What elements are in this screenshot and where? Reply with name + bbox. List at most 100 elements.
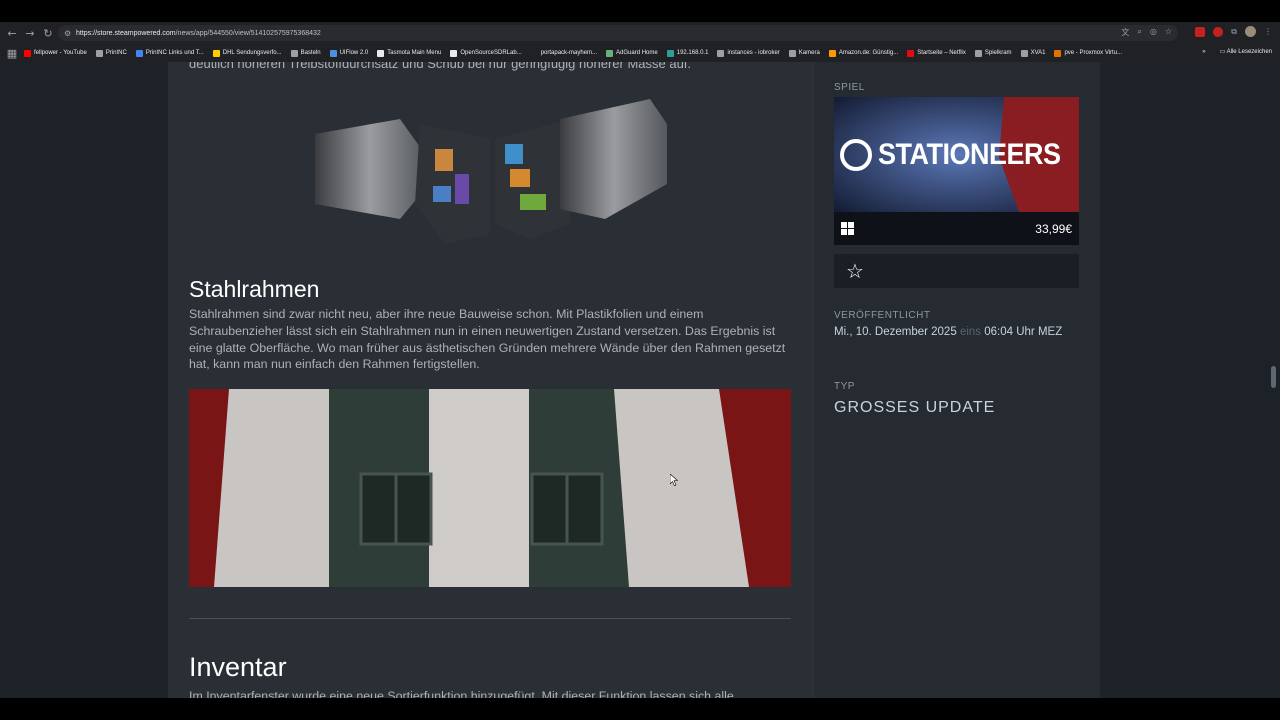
bookmark-item[interactable]: Basteln [290,49,321,57]
forward-icon[interactable]: → [21,24,39,42]
reload-icon[interactable]: ↻ [39,24,57,42]
bookmark-favicon-icon [377,49,385,57]
release-date-day: Mi., 10. Dezember 2025 [834,326,957,338]
bookmark-label: XVA1 [1030,50,1046,56]
bookmark-favicon-icon [606,49,614,57]
address-bar[interactable]: ⚙ https://store.steampowered.com/news/ap… [58,25,1178,41]
bookmark-label: PrintNC [105,50,127,56]
bookmark-favicon-icon [1054,49,1062,57]
right-nozzle [560,99,667,219]
bookmark-item[interactable]: fellpower - YouTube [24,49,87,57]
bookmark-item[interactable]: AdGuard Home [606,49,658,57]
bookmark-item[interactable]: Startseite – Netflix [907,49,966,57]
bookmark-label: PrintNC Links und T... [145,50,204,56]
browser-chrome: ← → ↻ ⚙ https://store.steampowered.com/n… [0,22,1280,62]
more-bookmarks-icon[interactable]: » [1202,49,1205,55]
extension-red-icon[interactable] [1195,26,1206,37]
star-icon: ☆ [846,259,864,283]
shot-left-wall [214,389,339,587]
bookmark-item[interactable]: UIFlow 2.0 [329,49,369,57]
bookmark-favicon-icon [95,49,103,57]
bookmark-item[interactable]: Kamera [788,49,820,57]
game-price: 33,99€ [1035,221,1072,236]
release-date-eins: eins [959,326,982,338]
section-body-inventar: Im Inventarfenster wurde eine neue Sorti… [189,689,734,698]
bookmark-item[interactable]: portapack-mayhem... [530,49,597,57]
bookmarks-bar: ▦ fellpower - YouTube PrintNC PrintNC Link… [0,44,1280,62]
bookmark-item[interactable]: PrintNC [95,49,127,57]
zoom-icon[interactable]: ⌕ [1137,27,1141,38]
section-title-stahlrahmen: Stahlrahmen [189,276,320,302]
url-domain: https://store.steampowered.com [76,29,176,37]
screen-bottom-border [0,698,1280,720]
right-engine-part-orange [510,169,530,187]
address-row: ← → ↻ ⚙ https://store.steampowered.com/n… [0,22,1280,44]
bookmark-favicon-icon [717,49,725,57]
profile-avatar[interactable] [1245,26,1256,37]
bookmark-item[interactable]: pve - Proxmox Virtu... [1054,49,1122,57]
bookmark-item[interactable]: 192.168.0.1 [666,49,708,57]
bookmark-favicon-icon [135,49,143,57]
bookmark-item[interactable]: instances - iobroker [717,49,780,57]
bookmark-item[interactable]: XVA1 [1020,49,1046,57]
bookmark-favicon-icon [329,49,337,57]
url-path: /news/app/544550/view/514102575975368432 [175,29,321,37]
bookmark-item[interactable]: Amazon.de: Günstig... [828,49,899,57]
section-title-inventar: Inventar [189,652,287,682]
menu-dots-icon[interactable]: ⋮ [1264,27,1272,36]
article-paragraph-partial: deutlich höheren Treibstoffdurchsatz und… [189,62,692,71]
extensions-area: ⧉ ⋮ [1195,26,1272,37]
type-value: GROSSES UPDATE [834,399,996,416]
omnibox-actions: 文 ⌕ ◎ ☆ [1121,27,1172,38]
right-engine-body [495,119,570,239]
bookmark-favicon-icon [788,49,796,57]
bookmark-label: Startseite – Netflix [917,50,966,56]
bookmark-label: Tasmota Main Menu [387,50,442,56]
left-engine-part-blue [433,186,451,202]
bookmark-item[interactable]: Tasmota Main Menu [377,49,442,57]
bookmark-item[interactable]: DHL Sendungsverfo... [212,49,282,57]
page-viewport: deutlich höheren Treibstoffdurchsatz und… [0,62,1280,698]
bookmark-list: fellpower - YouTube PrintNC PrintNC Links … [24,49,1131,57]
steel-frame-screenshot [189,389,791,587]
bookmark-item[interactable]: OpenSourceSDRLab... [450,49,522,57]
all-bookmarks-folder[interactable]: ▭ Alle Lesezeichen [1220,48,1272,55]
game-capsule[interactable]: STATIONEERS 33,99€ [834,97,1079,245]
site-settings-icon[interactable]: ⚙ [64,29,76,38]
bookmark-favicon-icon [666,49,674,57]
url-text: https://store.steampowered.com/news/app/… [76,30,321,37]
back-icon[interactable]: ← [3,24,21,42]
bookmark-star-icon[interactable]: ☆ [1165,27,1172,38]
game-title: STATIONEERS [878,137,1061,171]
bookmark-label: Spielkram [984,50,1012,56]
price-bar: 33,99€ [834,212,1079,245]
bookmark-favicon-icon [974,49,982,57]
bookmark-label: Amazon.de: Günstig... [838,50,899,56]
bookmark-item[interactable]: PrintNC Links und T... [135,49,204,57]
left-nozzle [315,119,425,219]
apps-grid-icon[interactable]: ▦ [6,44,18,62]
bookmark-item[interactable]: Spielkram [974,49,1012,57]
bookmark-label: DHL Sendungsverfo... [222,50,282,56]
translate-icon[interactable]: 文 [1121,27,1129,38]
bookmark-favicon-icon [290,49,298,57]
shot-center-wall [429,389,529,587]
release-date-time: 06:04 [984,326,1014,338]
right-engine-part-green [520,194,546,210]
scrollbar-thumb[interactable] [1271,366,1276,388]
bookmark-favicon-icon [212,49,220,57]
type-label: TYP [834,381,855,392]
release-date: Mi., 10. Dezember 2025 eins 06:04 Uhr ME… [834,326,1062,338]
bookmark-label: UIFlow 2.0 [339,50,369,56]
extension-abp-icon[interactable] [1213,26,1224,37]
bookmark-favicon-icon [530,49,538,57]
release-date-tz: Uhr MEZ [1016,326,1063,338]
bookmark-favicon-icon [828,49,836,57]
bookmark-label: Basteln [300,50,321,56]
eye-off-icon[interactable]: ◎ [1150,27,1157,38]
windows-icon [841,222,854,235]
left-engine-part-orange [435,149,453,171]
bookmark-favicon-icon [1020,49,1028,57]
extensions-puzzle-icon[interactable]: ⧉ [1231,27,1237,37]
wishlist-button[interactable]: ☆ [834,254,1079,288]
